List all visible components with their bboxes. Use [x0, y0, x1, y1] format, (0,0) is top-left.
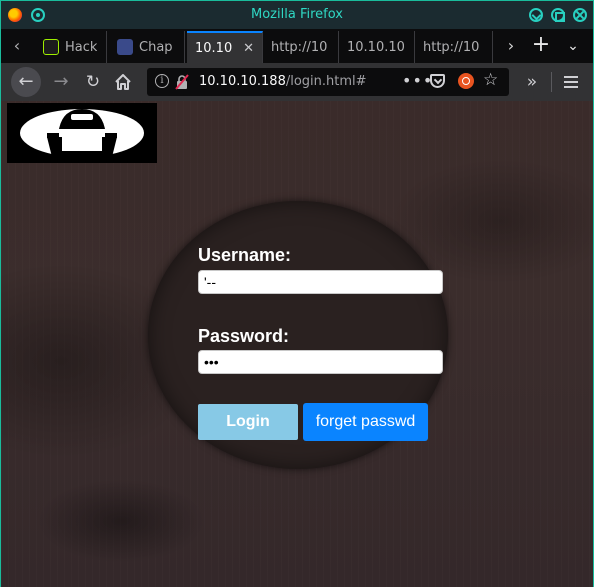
page-content: Username: Password: Login forget passwd [1, 101, 593, 587]
pocket-icon[interactable] [430, 74, 445, 88]
hamburger-menu-icon[interactable] [559, 70, 583, 94]
tab-10-10-10[interactable]: 10.10.10 [339, 31, 415, 63]
tab-active[interactable]: 10.10 ✕ [187, 31, 263, 63]
site-logo [7, 103, 157, 163]
site-info-icon[interactable]: i [155, 74, 169, 88]
close-window-button[interactable] [573, 8, 587, 22]
scroll-tabs-left-icon[interactable]: ‹ [7, 37, 27, 57]
username-input[interactable] [198, 270, 443, 294]
tab-label: Hack [65, 39, 98, 55]
username-label: Username: [198, 245, 292, 265]
forward-button[interactable]: → [49, 70, 73, 94]
minimize-button[interactable] [529, 8, 543, 22]
bookmark-star-icon[interactable]: ☆ [483, 70, 498, 90]
password-label: Password: [198, 326, 290, 346]
tab-label: 10.10 [195, 40, 233, 56]
toolbar-divider [551, 72, 552, 92]
browser-window: Mozilla Firefox ‹ Hack Chap 10.10 ✕ http… [0, 0, 594, 587]
login-button[interactable]: Login [198, 404, 298, 440]
password-input[interactable] [198, 350, 443, 374]
insecure-lock-icon[interactable] [175, 74, 189, 90]
hackthebox-icon [43, 39, 59, 55]
navigation-bar: ← → ↻ i 10.10.10.188/login.html# ••• ☆ » [1, 63, 593, 101]
page-actions-button[interactable]: ••• [402, 71, 433, 90]
ubuntu-extension-icon[interactable] [458, 73, 474, 89]
forget-password-button[interactable]: forget passwd [303, 403, 428, 441]
tab-label: 10.10.10 [347, 39, 405, 55]
maximize-button[interactable] [551, 8, 565, 22]
tab-strip: ‹ Hack Chap 10.10 ✕ http://10 10.10.10 h… [1, 29, 593, 63]
back-button[interactable]: ← [11, 67, 41, 97]
tab-label: Chap [139, 39, 173, 55]
close-tab-icon[interactable]: ✕ [243, 41, 254, 56]
url-path: /login.html# [285, 74, 367, 89]
new-tab-button[interactable]: + [529, 32, 553, 58]
toolbar-overflow-icon[interactable]: » [521, 70, 543, 94]
reload-button[interactable]: ↻ [81, 70, 105, 94]
url-host: 10.10.10.188 [199, 74, 286, 89]
window-title: Mozilla Firefox [251, 7, 343, 22]
chap-icon [117, 39, 133, 55]
home-icon [115, 74, 131, 90]
list-all-tabs-icon[interactable]: ⌄ [561, 34, 585, 58]
url-bar[interactable]: i 10.10.10.188/login.html# ••• ☆ [147, 68, 509, 96]
tab-label: http://10 [423, 39, 480, 55]
scroll-tabs-right-icon[interactable]: › [501, 36, 521, 56]
tab-hack[interactable]: Hack [35, 31, 107, 63]
url-text[interactable]: 10.10.10.188/login.html# [199, 74, 367, 89]
tab-chap[interactable]: Chap [109, 31, 185, 63]
home-button[interactable] [111, 70, 135, 94]
title-bar: Mozilla Firefox [1, 1, 593, 29]
tab-label: http://10 [271, 39, 328, 55]
tab-http-2[interactable]: http://10 [415, 31, 493, 63]
tab-http-1[interactable]: http://10 [263, 31, 339, 63]
